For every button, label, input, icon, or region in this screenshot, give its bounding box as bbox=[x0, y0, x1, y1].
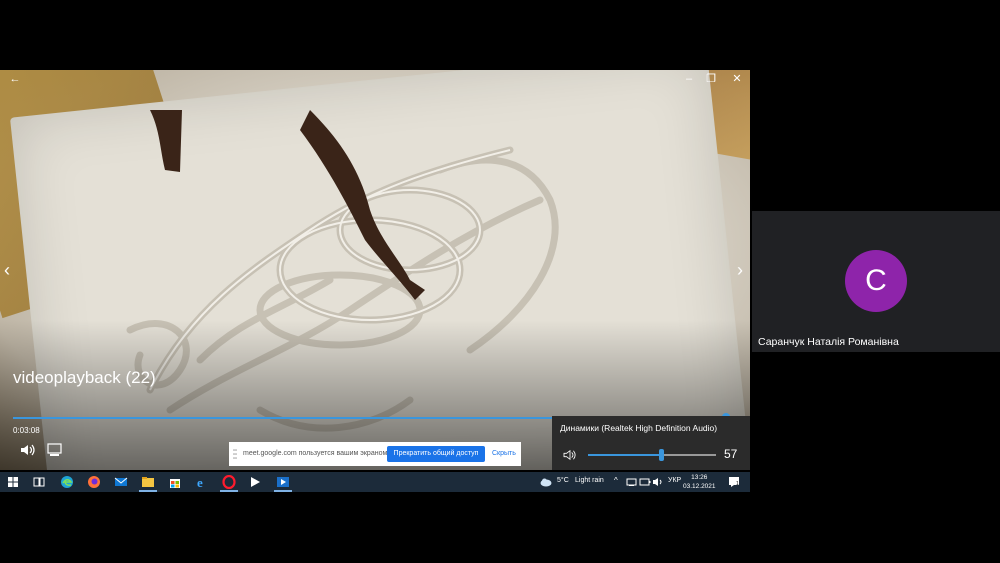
hide-banner-button[interactable]: Скрыть bbox=[492, 450, 516, 457]
notification-count: 1 bbox=[736, 481, 739, 487]
back-arrow-icon[interactable]: ← bbox=[4, 72, 26, 86]
participant-tile[interactable]: С Саранчук Наталія Романівна bbox=[752, 211, 1000, 352]
internet-explorer-icon[interactable]: e bbox=[195, 475, 209, 489]
network-icon[interactable] bbox=[625, 475, 639, 489]
task-view-icon[interactable] bbox=[32, 475, 46, 489]
shared-screen: ← – ❐ ✕ ‹ › videoplayback (22) 0:03:08 Д… bbox=[0, 0, 750, 563]
weather-condition[interactable]: Light rain bbox=[575, 477, 604, 484]
taskbar: e 5°C Light rain ^ УКР 13:26 03.12.2021 … bbox=[0, 472, 750, 492]
movies-tv-icon[interactable] bbox=[276, 475, 290, 489]
chevron-up-icon[interactable]: ^ bbox=[614, 476, 618, 485]
active-app-indicator bbox=[274, 490, 292, 492]
avatar: С bbox=[845, 250, 907, 312]
audio-device-label[interactable]: Динамики (Realtek High Definition Audio) bbox=[560, 423, 717, 433]
miniview-icon[interactable] bbox=[47, 443, 63, 457]
video-title: videoplayback (22) bbox=[13, 368, 156, 387]
screen-share-banner: meet.google.com пользуется вашим экраном… bbox=[229, 442, 521, 466]
store-icon[interactable] bbox=[168, 475, 182, 489]
drag-handle-icon[interactable] bbox=[233, 448, 237, 460]
firefox-icon[interactable] bbox=[87, 475, 101, 489]
next-arrow-icon[interactable]: › bbox=[737, 260, 743, 281]
elapsed-time: 0:03:08 bbox=[13, 426, 40, 435]
battery-icon[interactable] bbox=[638, 475, 652, 489]
volume-slider-thumb[interactable] bbox=[658, 449, 664, 461]
participant-name: Саранчук Наталія Романівна bbox=[758, 336, 899, 348]
volume-slider-fill bbox=[588, 454, 661, 456]
edge-icon[interactable] bbox=[60, 475, 74, 489]
active-app-indicator bbox=[220, 490, 238, 492]
volume-value: 57 bbox=[724, 447, 738, 461]
clock-time: 13:26 bbox=[691, 474, 708, 481]
clock-date: 03.12.2021 bbox=[683, 483, 716, 490]
video-frame[interactable] bbox=[0, 70, 750, 470]
restore-icon[interactable]: ❐ bbox=[700, 72, 722, 86]
minimize-icon[interactable]: – bbox=[678, 72, 700, 86]
volume-slider[interactable] bbox=[588, 449, 716, 461]
mail-icon[interactable] bbox=[114, 475, 128, 489]
volume-icon[interactable] bbox=[20, 443, 36, 457]
input-language[interactable]: УКР bbox=[668, 477, 681, 484]
file-explorer-icon[interactable] bbox=[141, 475, 155, 489]
stop-sharing-button[interactable]: Прекратить общий доступ bbox=[387, 446, 485, 462]
tray-volume-icon[interactable] bbox=[651, 475, 665, 489]
media-player-icon[interactable] bbox=[248, 475, 262, 489]
speaker-icon[interactable] bbox=[563, 449, 577, 461]
active-app-indicator bbox=[139, 490, 157, 492]
windows-start-icon[interactable] bbox=[6, 475, 20, 489]
share-message: meet.google.com пользуется вашим экраном… bbox=[243, 450, 390, 457]
volume-flyout: Динамики (Realtek High Definition Audio)… bbox=[552, 416, 750, 470]
weather-temperature[interactable]: 5°C bbox=[557, 477, 569, 484]
weather-cloud-icon[interactable] bbox=[539, 475, 553, 489]
close-icon[interactable]: ✕ bbox=[726, 72, 748, 86]
previous-arrow-icon[interactable]: ‹ bbox=[4, 260, 10, 281]
opera-icon[interactable] bbox=[222, 475, 236, 489]
clock[interactable]: 13:26 03.12.2021 bbox=[683, 473, 716, 491]
svg-text:e: e bbox=[197, 475, 203, 489]
